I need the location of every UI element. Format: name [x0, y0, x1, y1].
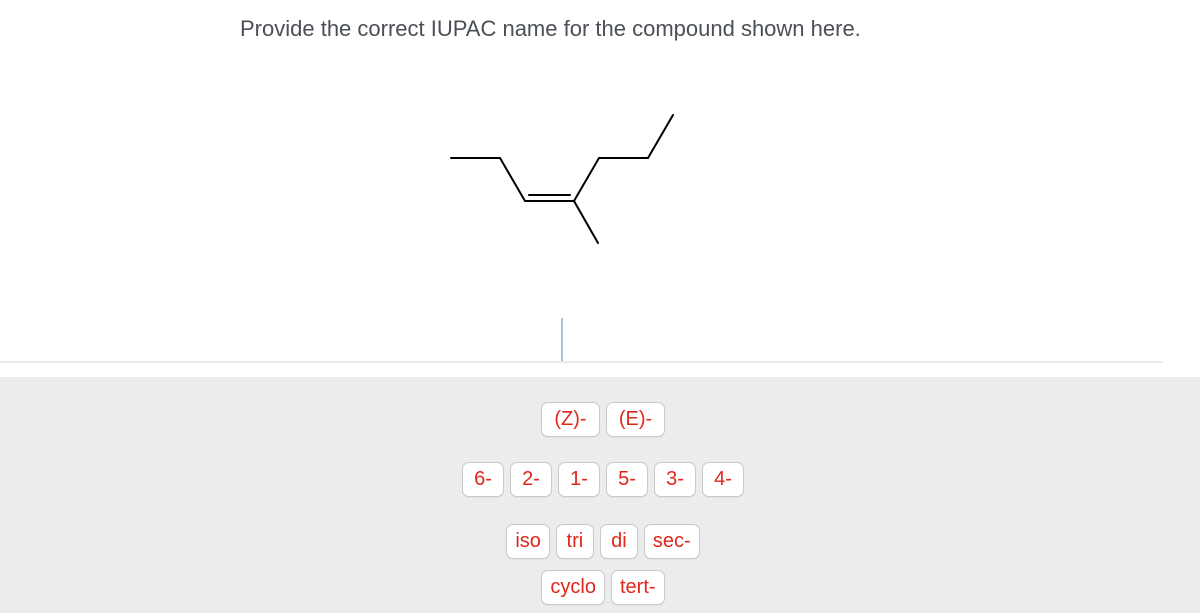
chip-e[interactable]: (E)- — [606, 402, 665, 437]
text-caret — [561, 318, 563, 361]
divider — [0, 361, 1163, 363]
question-page: Provide the correct IUPAC name for the c… — [0, 0, 1200, 613]
chip-di[interactable]: di — [599, 524, 638, 559]
chip-tert[interactable]: tert- — [611, 570, 665, 605]
chip-locant-1[interactable]: 1- — [558, 462, 600, 497]
chip-locant-3[interactable]: 3- — [654, 462, 696, 497]
molecule-structure — [450, 114, 674, 244]
stereo-row: (Z)- (E)- — [3, 402, 1200, 437]
chip-locant-5[interactable]: 5- — [606, 462, 648, 497]
chip-sec[interactable]: sec- — [643, 524, 700, 559]
bond-c4-c5 — [573, 157, 600, 202]
chip-iso[interactable]: iso — [506, 524, 550, 559]
misc-row: cyclo tert- — [3, 570, 1200, 605]
bond-c4-methyl — [573, 200, 599, 244]
locant-row: 6- 2- 1- 5- 3- 4- — [3, 462, 1200, 497]
bond-c6-c7 — [647, 114, 674, 159]
chip-tri[interactable]: tri — [555, 524, 594, 559]
chip-locant-4[interactable]: 4- — [702, 462, 744, 497]
question-prompt: Provide the correct IUPAC name for the c… — [240, 16, 861, 41]
chip-locant-2[interactable]: 2- — [510, 462, 552, 497]
answer-input[interactable] — [0, 300, 1163, 363]
name-fragment-palette: (Z)- (E)- 6- 2- 1- 5- 3- 4- iso tri di s… — [0, 377, 1200, 613]
chip-z[interactable]: (Z)- — [541, 402, 600, 437]
bond-c2-c3 — [499, 157, 526, 202]
chip-cyclo[interactable]: cyclo — [541, 570, 605, 605]
prefix-row: iso tri di sec- — [3, 524, 1200, 559]
chip-locant-6[interactable]: 6- — [462, 462, 504, 497]
